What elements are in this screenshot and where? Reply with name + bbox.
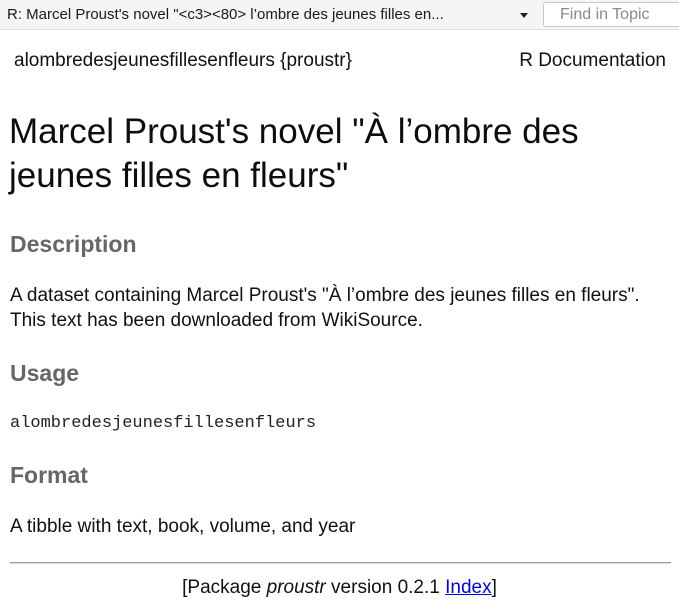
footer-divider bbox=[10, 562, 671, 564]
package-name: proustr bbox=[266, 577, 326, 598]
title-line-2: jeunes filles en fleurs" bbox=[9, 156, 349, 195]
format-text: A tibble with text, book, volume, and ye… bbox=[10, 516, 356, 537]
help-toolbar: R: Marcel Proust's novel "<c3><80> l’omb… bbox=[0, 0, 679, 30]
chevron-down-icon[interactable] bbox=[520, 13, 528, 18]
title-line-1: Marcel Proust's novel "À l’ombre des bbox=[9, 112, 579, 151]
page-title: Marcel Proust's novel "À l’ombre des jeun… bbox=[9, 110, 669, 198]
index-link[interactable]: Index bbox=[445, 577, 491, 598]
topic-name: alombredesjeunesfillesenfleurs {proustr} bbox=[14, 50, 352, 71]
description-heading: Description bbox=[10, 231, 137, 257]
format-heading: Format bbox=[10, 462, 88, 488]
find-in-topic-input[interactable] bbox=[543, 2, 679, 27]
r-documentation-label: R Documentation bbox=[519, 50, 666, 71]
topic-dropdown-label: R: Marcel Proust's novel "<c3><80> l’omb… bbox=[7, 6, 444, 23]
usage-heading: Usage bbox=[10, 360, 80, 386]
footer-version: version 0.2.1 bbox=[325, 577, 446, 598]
package-footer: [Package proustr version 0.2.1 Index] bbox=[0, 576, 679, 600]
description-text: A dataset containing Marcel Proust's "À … bbox=[10, 285, 640, 331]
topic-history-dropdown[interactable]: R: Marcel Proust's novel "<c3><80> l’omb… bbox=[0, 0, 534, 29]
footer-suffix: ] bbox=[491, 577, 497, 598]
usage-code: alombredesjeunesfillesenfleurs bbox=[10, 414, 317, 433]
footer-prefix: [Package bbox=[182, 577, 267, 598]
